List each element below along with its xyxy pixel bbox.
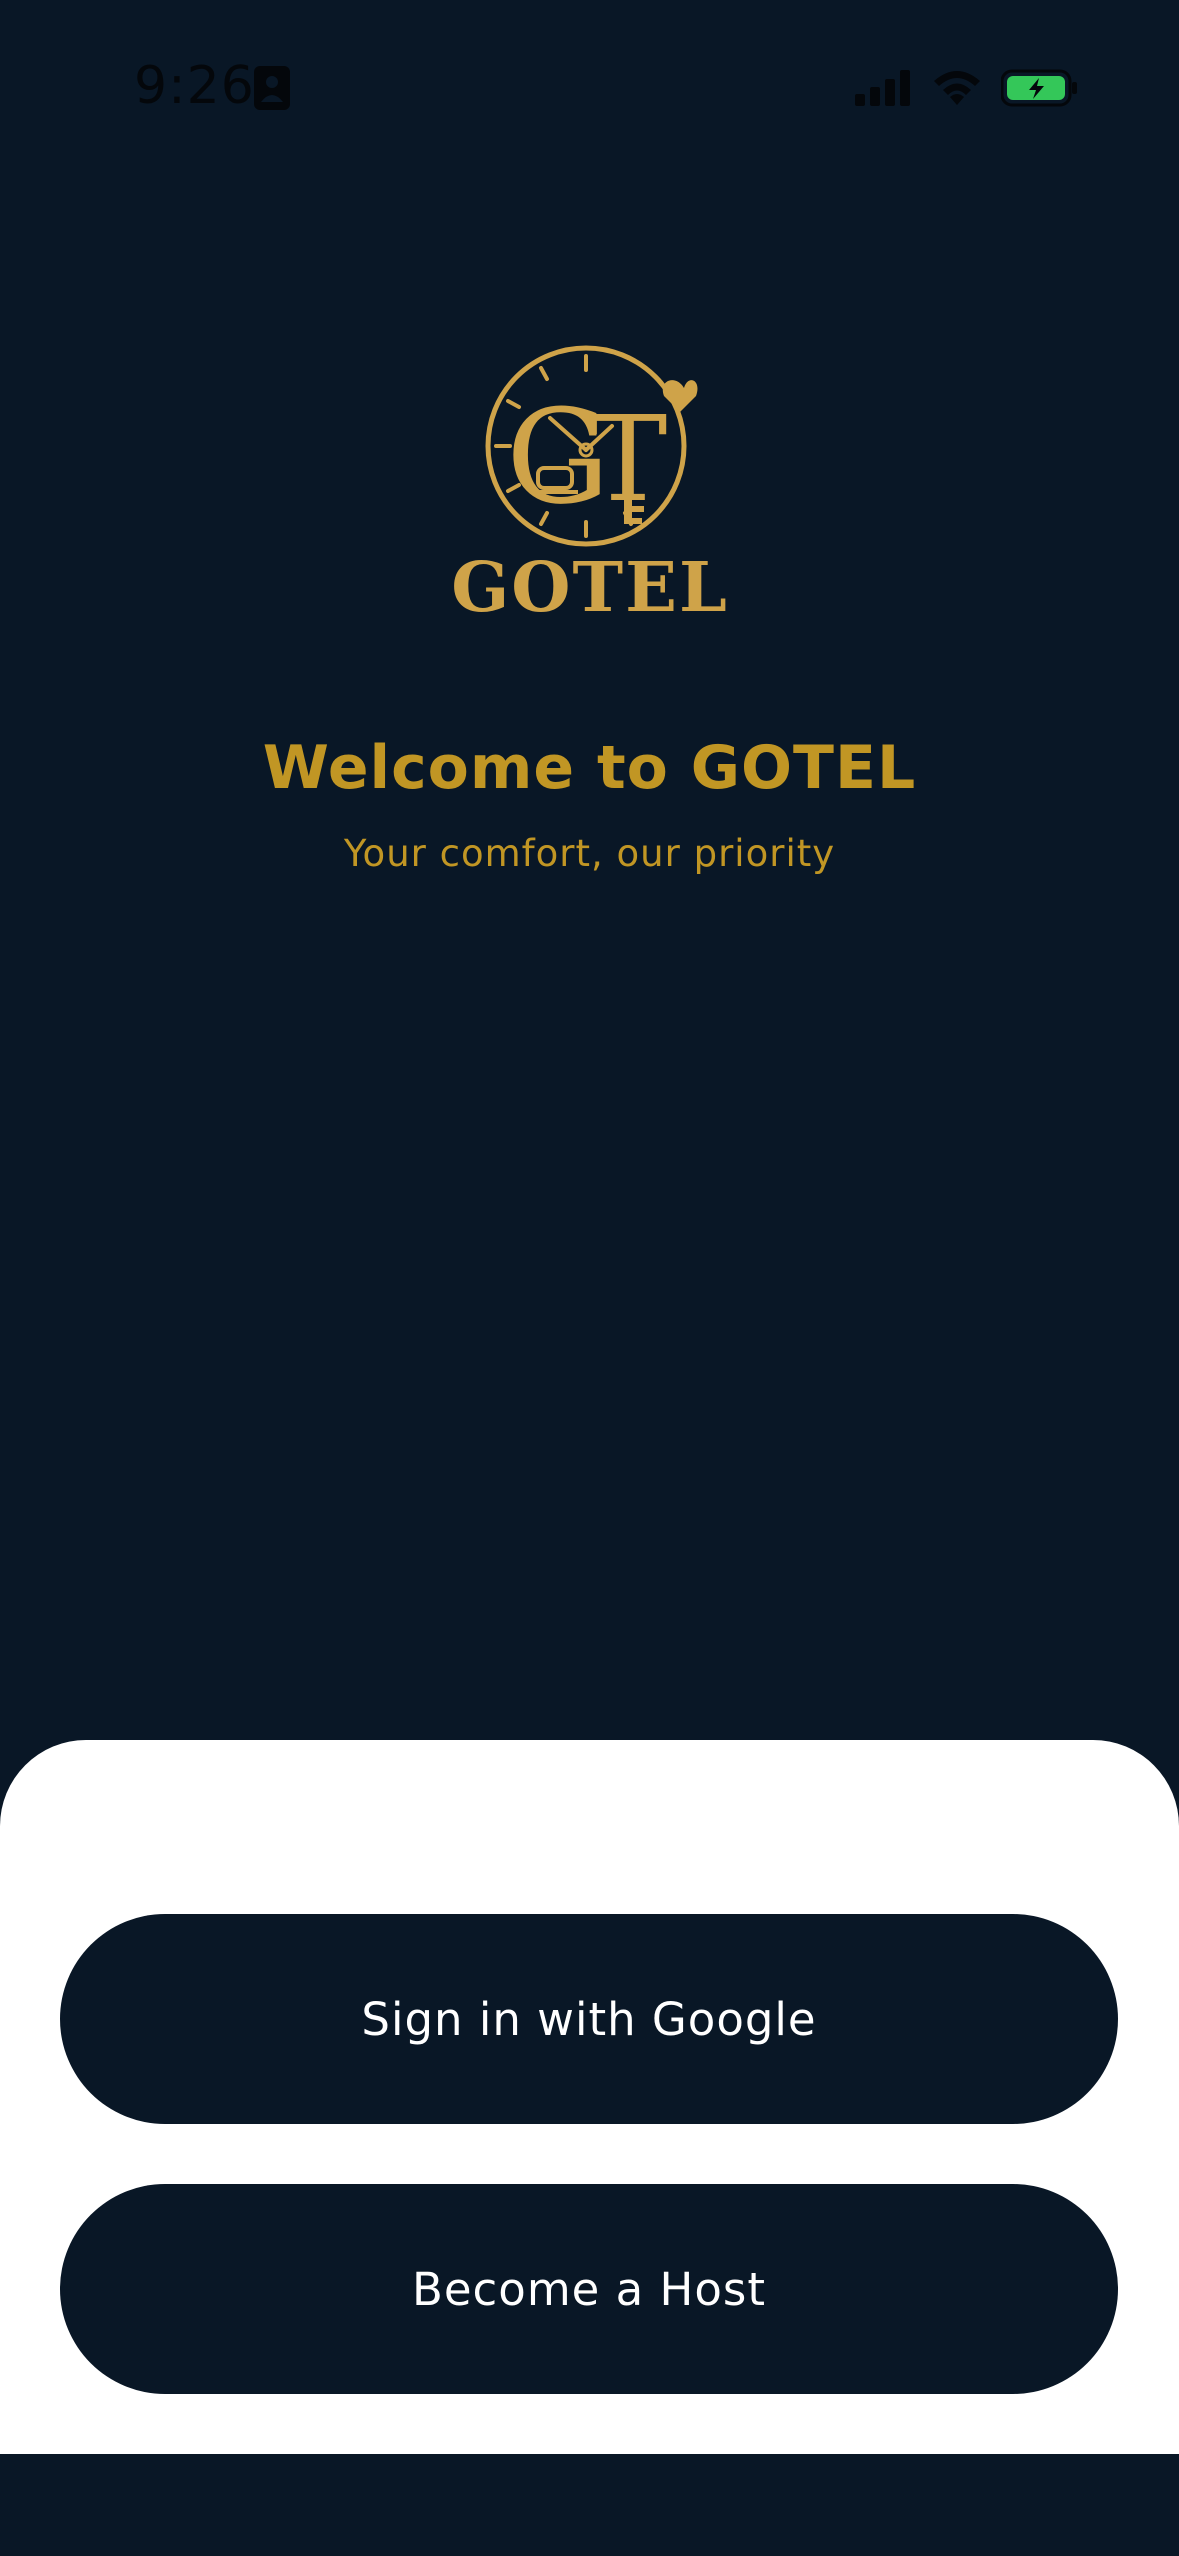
person-badge-icon: [254, 66, 290, 110]
bottom-sheet: Sign in with Google Become a Host: [0, 1740, 1179, 2454]
status-time: 9:26: [134, 56, 255, 116]
become-a-host-button[interactable]: Become a Host: [60, 2184, 1118, 2394]
cellular-signal-icon: [855, 70, 910, 106]
battery-charging-icon: [1001, 69, 1077, 107]
status-icons: [855, 66, 1079, 110]
logo-wordmark: GOTEL: [451, 548, 729, 628]
wifi-icon: [934, 71, 980, 105]
welcome-subtitle: Your comfort, our priority: [343, 832, 836, 875]
sign-in-with-google-button[interactable]: Sign in with Google: [60, 1914, 1118, 2124]
welcome-screen: 9:26 G T GOTEL Welcome to GOTEL Your com…: [0, 0, 1179, 2556]
status-bar: 9:26: [0, 0, 1179, 170]
welcome-title: Welcome to GOTEL: [262, 733, 917, 803]
